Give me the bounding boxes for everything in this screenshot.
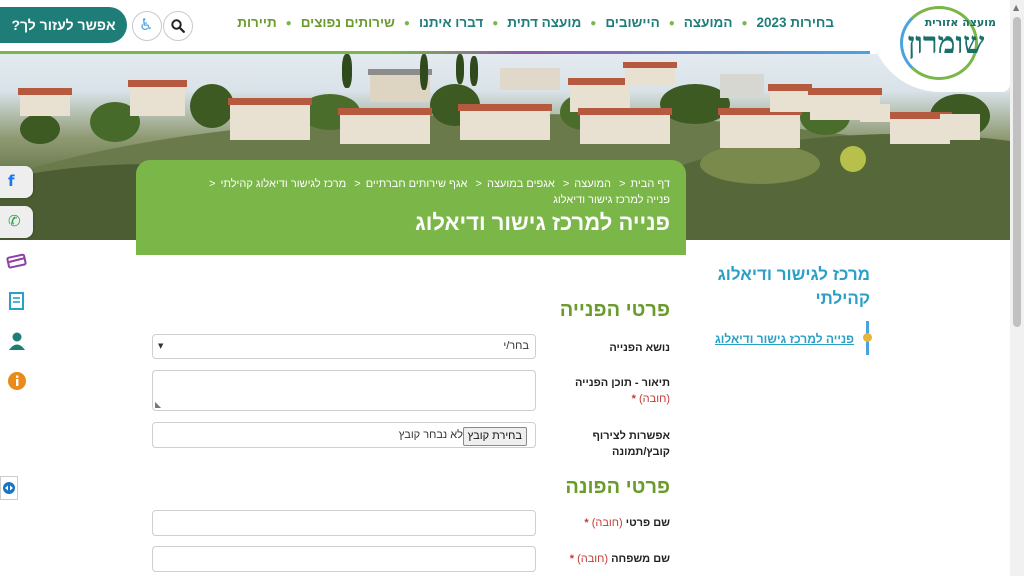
required-note: (חובה) [639,393,670,405]
breadcrumb: דף הבית < המועצה < אגפים במועצה < אגף שירות… [150,176,670,208]
nav-item-religious-council[interactable]: מועצה דתית [507,15,581,33]
sidebar-title: מרכז לגישור ודיאלוג קהילתי [717,265,870,308]
section-title-requester-details: פרטי הפונה [565,476,670,498]
last-name-label: שם משפחה (חובה) * [560,551,670,567]
required-note: (חובה) [577,553,609,565]
subject-select-value: בחר/י [503,340,529,352]
description-textarea[interactable]: ◣ [152,370,536,411]
nav-item-common-services[interactable]: שירותים נפוצים [301,15,395,33]
user-icon[interactable] [6,331,28,351]
search-button[interactable] [163,11,193,41]
breadcrumb-current: פנייה למרכז גישור ודיאלוג [553,194,670,206]
whatsapp-share-button[interactable]: ✆ [0,206,33,238]
scroll-thumb[interactable] [1013,17,1021,327]
nav-item-contact[interactable]: דברו איתנו [419,15,483,33]
whatsapp-icon: ✆ [8,212,21,230]
scroll-up-icon[interactable]: ▲ [1013,3,1019,12]
required-note: (חובה) [591,517,623,529]
remote-support-icon[interactable] [0,476,18,500]
facebook-icon: f [8,172,15,190]
nav-item-tourism[interactable]: תיירות [237,15,276,33]
page-title: פנייה למרכז גישור ודיאלוג [415,210,670,235]
page-header-box: דף הבית < המועצה < אגפים במועצה < אגף שירות… [136,160,686,255]
payment-card-icon[interactable] [6,252,28,272]
nav-separator: ● [403,18,410,29]
subject-label: נושא הפנייה [560,340,670,356]
help-button[interactable]: אפשר לעזור לך? [0,7,127,43]
sidebar-link-mediation-request[interactable]: פנייה למרכז גישור ודיאלוג [715,332,854,346]
info-icon[interactable] [6,371,28,391]
file-status-text: לא נבחר קובץ [398,429,463,441]
first-name-label-text: שם פרטי [625,517,670,529]
file-upload-field: בחירת קובץ לא נבחר קובץ [152,422,536,448]
section-title-request-details: פרטי הפנייה [559,299,670,321]
last-name-input[interactable] [152,546,536,572]
first-name-label: שם פרטי (חובה) * [560,515,670,531]
form-document-icon[interactable] [6,291,28,311]
site-header: אפשר לעזור לך? ♿ בחירות 2023 ● המועצה ● … [0,0,1010,52]
first-name-input[interactable] [152,510,536,536]
nav-separator: ● [590,18,597,29]
sidebar: מרכז לגישור ודיאלוג קהילתי פנייה למרכז ג… [700,255,880,576]
breadcrumb-mediation-center[interactable]: מרכז לגישור ודיאלוג קהילתי [220,178,346,190]
choose-file-button[interactable]: בחירת קובץ [462,427,527,446]
resize-grip-icon[interactable]: ◣ [155,400,161,409]
logo-title: שומרון [907,26,985,61]
nav-separator: ● [741,18,748,29]
facebook-share-button[interactable]: f [0,166,33,198]
description-label: תיאור - תוכן הפנייה (חובה) * [560,375,670,407]
search-icon [171,19,185,33]
breadcrumb-separator: < [209,178,216,190]
page-scrollbar[interactable]: ▲ [1010,0,1024,576]
last-name-label-text: שם משפחה [611,553,670,565]
nav-item-settlements[interactable]: היישובים [605,15,659,33]
nav-separator: ● [668,18,675,29]
description-label-text: תיאור - תוכן הפנייה [574,377,670,389]
accessibility-button[interactable]: ♿ [132,11,162,41]
breadcrumb-separator: < [562,178,570,190]
breadcrumb-separator: < [619,178,626,190]
required-star: * [584,517,589,529]
breadcrumb-council[interactable]: המועצה [574,178,611,190]
breadcrumb-home[interactable]: דף הבית [631,178,670,190]
breadcrumb-separator: < [354,178,361,190]
required-star: * [569,553,574,565]
breadcrumb-separator: < [475,178,482,190]
subject-label-text: נושא הפנייה [609,342,670,354]
attachment-label: אפשרות לצירוף קובץ/תמונה [592,430,670,458]
main-nav: בחירות 2023 ● המועצה ● היישובים ● מועצה … [237,15,834,33]
required-star: * [631,393,636,405]
subject-select[interactable]: בחר/י ▼ [152,334,536,359]
nav-item-council[interactable]: המועצה [684,15,733,33]
sidebar-active-dot [863,333,872,342]
select-caret-icon: ▼ [158,342,164,350]
breadcrumb-departments[interactable]: אגפים במועצה [487,178,555,190]
nav-separator: ● [285,18,292,29]
nav-separator: ● [492,18,499,29]
breadcrumb-social-services[interactable]: אגף שירותים חברתיים [366,178,468,190]
accessibility-icon: ♿ [139,15,154,34]
nav-item-elections[interactable]: בחירות 2023 [756,15,834,33]
form-card: פרטי הפנייה נושא הפנייה בחר/י ▼ תיאור - … [136,255,686,576]
